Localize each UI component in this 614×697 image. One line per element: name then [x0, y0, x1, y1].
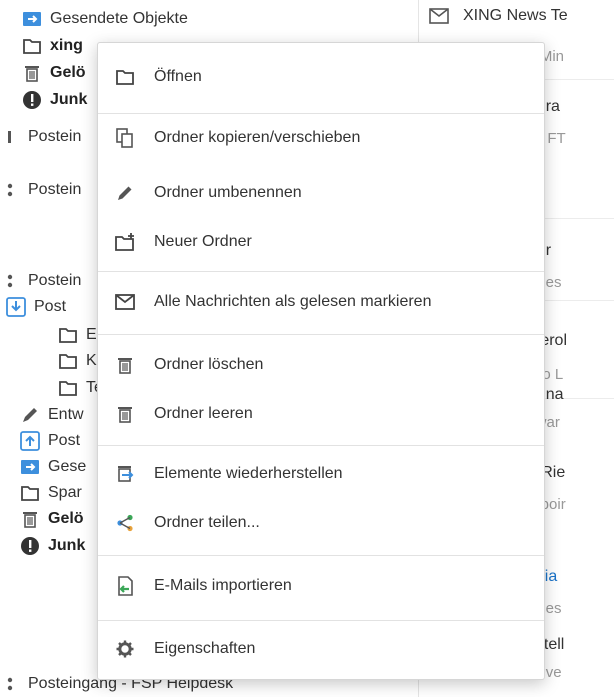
menu-item-rename[interactable]: Ordner umbenennen — [98, 173, 544, 213]
menu-separator — [98, 271, 544, 272]
inbox-icon — [6, 297, 26, 317]
menu-item-restore[interactable]: Elemente wiederherstellen — [98, 454, 544, 494]
tree-label: Entw — [48, 406, 84, 423]
menu-label: Elemente wiederherstellen — [154, 465, 343, 482]
folder-icon — [58, 351, 78, 371]
tree-row-sent-2[interactable]: Gese — [20, 454, 86, 480]
tree-row-junk[interactable]: Junk — [22, 87, 87, 113]
menu-label: Alle Nachrichten als gelesen markieren — [154, 293, 432, 310]
menu-separator — [98, 555, 544, 556]
sent-icon — [22, 9, 42, 29]
new-folder-icon — [114, 231, 136, 253]
tree-row-inbox-2[interactable]: Postein — [0, 177, 81, 203]
copy-icon — [114, 127, 136, 149]
share-icon — [114, 512, 136, 534]
menu-separator — [98, 334, 544, 335]
menu-separator — [98, 620, 544, 621]
menu-item-copy-move[interactable]: Ordner kopieren/verschieben — [98, 118, 544, 158]
menu-label: Ordner umbenennen — [154, 184, 302, 201]
menu-label: Ordner leeren — [154, 405, 253, 422]
folder-icon — [58, 325, 78, 345]
tree-label: Gelö — [48, 510, 84, 527]
collapse-icon[interactable] — [0, 674, 20, 694]
tree-label: Spar — [48, 484, 82, 501]
menu-item-import[interactable]: E-Mails importieren — [98, 566, 544, 606]
import-icon — [114, 575, 136, 597]
menu-label: Neuer Ordner — [154, 233, 252, 250]
tree-label: Junk — [50, 91, 88, 108]
folder-open-icon — [114, 66, 136, 88]
menu-item-delete-folder[interactable]: Ordner löschen — [98, 345, 544, 385]
menu-label: Eigenschaften — [154, 640, 256, 657]
tree-row-sub-k[interactable]: K — [58, 348, 97, 374]
pencil-icon — [114, 182, 136, 204]
trash-icon — [114, 354, 136, 376]
menu-item-empty-folder[interactable]: Ordner leeren — [98, 394, 544, 434]
tree-row-sent[interactable]: Gesendete Objekte — [22, 6, 188, 32]
tree-label: Post — [34, 298, 67, 315]
tree-row-inbox-sub[interactable]: Post — [6, 294, 66, 320]
junk-icon — [22, 90, 42, 110]
sent-icon — [20, 457, 40, 477]
menu-item-mark-read[interactable]: Alle Nachrichten als gelesen markieren — [98, 282, 544, 322]
tree-row-sub-e[interactable]: E — [58, 322, 97, 348]
menu-separator — [98, 113, 544, 114]
menu-label: Ordner löschen — [154, 356, 264, 373]
tree-row-junk-2[interactable]: Junk — [20, 533, 85, 559]
tree-row-drafts[interactable]: Entw — [20, 402, 84, 428]
expander-icon[interactable] — [0, 127, 20, 147]
menu-label: Öffnen — [154, 68, 202, 85]
tree-row-xing[interactable]: xing — [22, 33, 83, 59]
trash-icon — [22, 63, 42, 83]
trash-icon — [114, 403, 136, 425]
tree-row-deleted[interactable]: Gelö — [22, 60, 86, 86]
menu-label: Ordner kopieren/verschieben — [154, 129, 361, 146]
menu-item-properties[interactable]: Eigenschaften — [98, 629, 544, 669]
menu-item-share[interactable]: Ordner teilen... — [98, 503, 544, 543]
tree-row-spam[interactable]: Spar — [20, 480, 82, 506]
collapse-icon[interactable] — [0, 271, 20, 291]
tree-row-inbox-1[interactable]: Postein — [0, 124, 81, 150]
tree-row-inbox-3[interactable]: Postein — [0, 268, 81, 294]
tree-label: Junk — [48, 537, 86, 554]
tree-label: Gesendete Objekte — [50, 10, 188, 27]
pencil-icon — [20, 405, 40, 425]
tree-label: Post — [48, 432, 81, 449]
menu-separator — [98, 445, 544, 446]
menu-label: E-Mails importieren — [154, 577, 292, 594]
folder-icon — [22, 36, 42, 56]
tree-label: xing — [50, 37, 83, 54]
envelope-icon — [114, 291, 136, 313]
tree-row-outbox[interactable]: Post — [20, 428, 80, 454]
menu-label: Ordner teilen... — [154, 514, 260, 531]
tree-row-deleted-2[interactable]: Gelö — [20, 506, 84, 532]
tree-label: Postein — [28, 272, 82, 289]
tree-label: E — [86, 326, 97, 343]
outbox-icon — [20, 431, 40, 451]
tree-label: Gelö — [50, 64, 86, 81]
menu-item-new-folder[interactable]: Neuer Ordner — [98, 222, 544, 262]
trash-icon — [20, 509, 40, 529]
tree-label: Gese — [48, 458, 87, 475]
restore-icon — [114, 463, 136, 485]
message-sender: XING News Te — [463, 7, 568, 24]
folder-context-menu: Öffnen Ordner kopieren/verschieben Ordne… — [97, 42, 545, 680]
folder-icon — [20, 483, 40, 503]
mail-icon — [429, 8, 449, 29]
menu-item-open[interactable]: Öffnen — [98, 57, 544, 97]
folder-icon — [58, 378, 78, 398]
gear-icon — [114, 638, 136, 660]
tree-label: Postein — [28, 128, 82, 145]
tree-label: K — [86, 352, 97, 369]
tree-label: Postein — [28, 181, 82, 198]
collapse-icon[interactable] — [0, 180, 20, 200]
junk-icon — [20, 536, 40, 556]
